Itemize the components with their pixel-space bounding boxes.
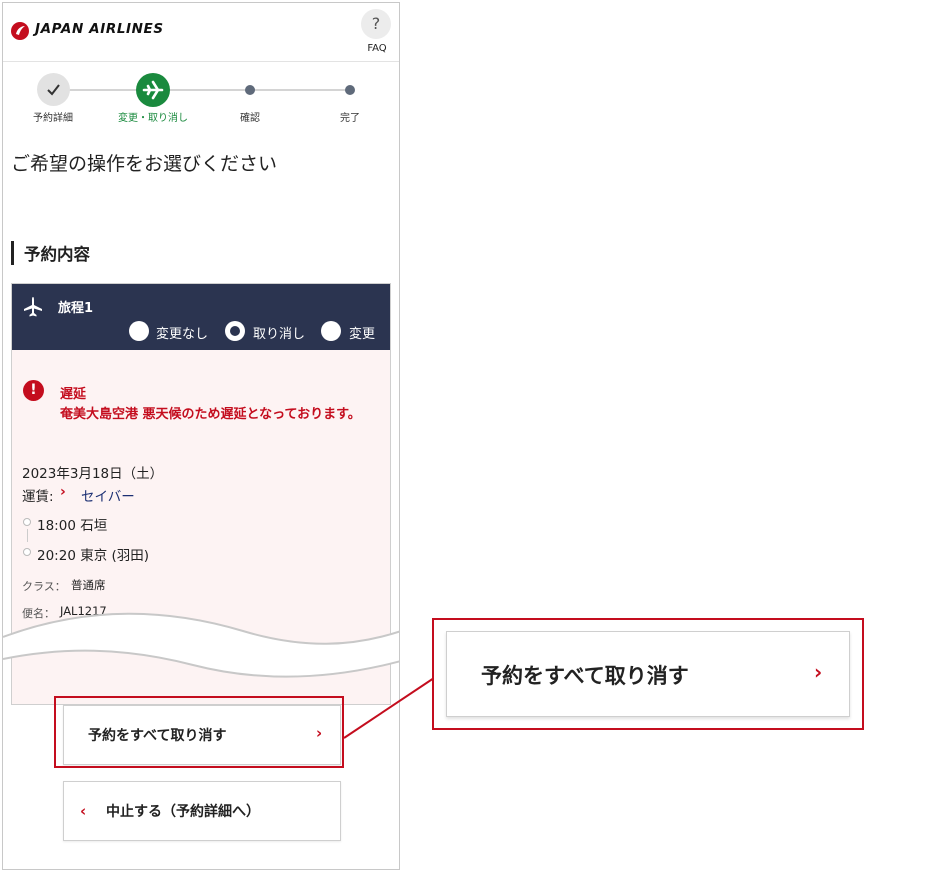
chevron-right-icon[interactable]: › — [60, 484, 66, 500]
plane-icon — [142, 80, 164, 100]
zoom-callout: 予約をすべて取り消す › — [432, 618, 864, 730]
class-value: 普通席 — [71, 578, 106, 592]
check-icon — [47, 84, 60, 96]
alert-icon: ! — [23, 380, 44, 401]
alert-message: 奄美大島空港 悪天候のため遅延となっております。 — [60, 407, 361, 422]
timeline-connector — [27, 529, 28, 542]
radio-change[interactable] — [321, 321, 341, 341]
step-confirm — [245, 85, 255, 95]
brand-name: JAPAN AIRLINES — [35, 21, 164, 37]
departure-time: 18:00 石垣 — [37, 518, 108, 534]
arrival-dot-icon — [23, 548, 31, 556]
departure-dot-icon — [23, 518, 31, 526]
step-change-cancel — [136, 73, 170, 107]
faq-label[interactable]: FAQ — [363, 43, 391, 54]
jal-logo-icon — [11, 22, 29, 40]
phone-screen: JAPAN AIRLINES ? FAQ 予約詳細 変更・取り消し 確認 完了 … — [2, 2, 400, 870]
stepper-track — [53, 89, 351, 91]
step-complete — [345, 85, 355, 95]
faq-icon[interactable]: ? — [361, 9, 391, 39]
page-break-wave — [3, 612, 399, 678]
chevron-right-icon: › — [814, 660, 823, 684]
radio-no-change[interactable] — [129, 321, 149, 341]
step-label-change-cancel: 変更・取り消し — [118, 113, 188, 124]
flight-date: 2023年3月18日（土） — [22, 466, 164, 482]
abort-to-details-button[interactable]: ‹ 中止する（予約詳細へ） — [63, 781, 341, 841]
itinerary-header: 旅程1 変更なし 取り消し 変更 — [12, 284, 390, 350]
arrival-time: 20:20 東京 (羽田) — [37, 548, 150, 564]
zoomed-cancel-all-label: 予約をすべて取り消す — [481, 664, 689, 688]
radio-label-change[interactable]: 変更 — [349, 323, 375, 342]
step-label-details: 予約詳細 — [33, 113, 73, 124]
class-label: クラス： — [22, 580, 66, 593]
section-accent-bar — [11, 241, 14, 265]
step-reservation-details — [37, 73, 70, 106]
app-header: JAPAN AIRLINES ? FAQ — [3, 3, 399, 62]
fare-label: 運賃: — [22, 489, 54, 505]
chevron-left-icon: ‹ — [80, 802, 87, 820]
page-instruction: ご希望の操作をお選びください — [11, 153, 278, 175]
alert-title: 遅延 — [60, 387, 87, 402]
itinerary-title: 旅程1 — [58, 301, 94, 316]
zoomed-cancel-all-button[interactable]: 予約をすべて取り消す › — [446, 631, 850, 717]
fare-link[interactable]: セイバー — [81, 485, 135, 505]
airplane-icon — [24, 297, 42, 317]
step-label-complete: 完了 — [340, 113, 360, 124]
radio-cancel[interactable] — [225, 321, 245, 341]
radio-label-cancel[interactable]: 取り消し — [253, 323, 305, 342]
step-label-confirm: 確認 — [240, 113, 260, 124]
abort-label: 中止する（予約詳細へ） — [106, 804, 260, 820]
section-title: 予約内容 — [24, 245, 90, 264]
radio-label-no-change[interactable]: 変更なし — [156, 323, 208, 342]
highlight-frame — [54, 696, 344, 768]
